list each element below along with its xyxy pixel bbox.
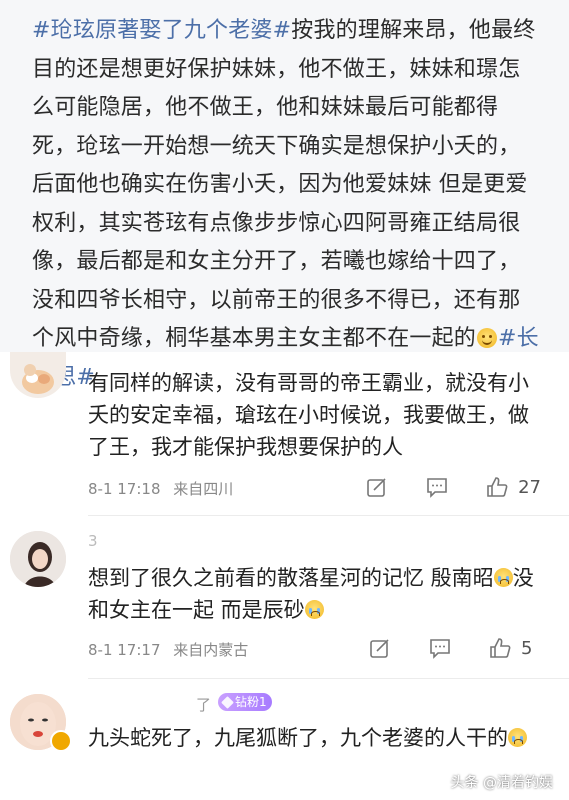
- fan-badge-label: 钻粉1: [235, 695, 267, 709]
- comment-meta: 8-1 17:17 来自内蒙古: [88, 639, 248, 660]
- like-count: 27: [518, 476, 541, 498]
- like-count: 5: [521, 637, 533, 659]
- post-text: #玱玹原著娶了九个老婆#按我的理解来昂，他最终目的还是想更好保护妹妹，他不做王，…: [32, 12, 542, 397]
- comment-text: 有同样的解读，没有哥哥的帝王霸业，就没有小夭的安定幸福，瑲玹在小时候说，我要做王…: [88, 371, 529, 459]
- watermark: 头条 @清着钓娱: [451, 772, 553, 792]
- post-card: #玱玹原著娶了九个老婆#按我的理解来昂，他最终目的还是想更好保护妹妹，他不做王，…: [0, 0, 569, 390]
- comment-icon[interactable]: [426, 476, 448, 498]
- divider: [88, 515, 569, 516]
- like-icon[interactable]: [489, 637, 511, 659]
- smile-emoji-icon: [477, 328, 498, 348]
- comment-location: 来自四川: [173, 480, 234, 498]
- like-icon[interactable]: [486, 476, 508, 498]
- comment-text-part: 想到了很久之前看的散落星河的记忆 殷南昭: [88, 566, 494, 590]
- diamond-icon: [221, 695, 234, 709]
- comment-icon[interactable]: [429, 637, 451, 659]
- divider: [88, 678, 569, 679]
- fan-badge: 钻粉1: [218, 693, 272, 711]
- comment-text-part: 九头蛇死了，九尾狐断了，九个老婆的人干的: [88, 726, 508, 750]
- verified-badge-icon: [50, 730, 72, 752]
- repost-icon[interactable]: [366, 476, 388, 498]
- avatar[interactable]: [10, 531, 66, 587]
- comment-actions: 27: [328, 476, 541, 498]
- crying-emoji-icon: [508, 728, 527, 747]
- comment-text: 九头蛇死了，九尾狐断了，九个老婆的人干的: [88, 722, 548, 754]
- comment-time: 8-1 17:17: [88, 641, 161, 659]
- comment-location: 来自内蒙古: [173, 641, 249, 659]
- username[interactable]: 3: [88, 532, 98, 550]
- repost-icon[interactable]: [369, 637, 391, 659]
- crying-emoji-icon: [493, 568, 513, 587]
- watermark-text: 头条 @清着钓娱: [450, 775, 553, 791]
- post-body: 按我的理解来昂，他最终目的还是想更好保护妹妹，他不做王，妹妹和璟怎么可能隐居，他…: [32, 18, 536, 351]
- crying-emoji-icon: [304, 600, 324, 619]
- comment-actions: 5: [331, 637, 541, 659]
- comment-time: 8-1 17:18: [88, 480, 161, 498]
- comment-text: 想到了很久之前看的散落星河的记忆 殷南昭 没和女主在一起 而是辰砂: [88, 562, 548, 626]
- username[interactable]: 了: [196, 694, 211, 715]
- hashtag-start[interactable]: #玱玹原著娶了九个老婆#: [32, 18, 291, 43]
- comment-meta: 8-1 17:18 来自四川: [88, 478, 233, 499]
